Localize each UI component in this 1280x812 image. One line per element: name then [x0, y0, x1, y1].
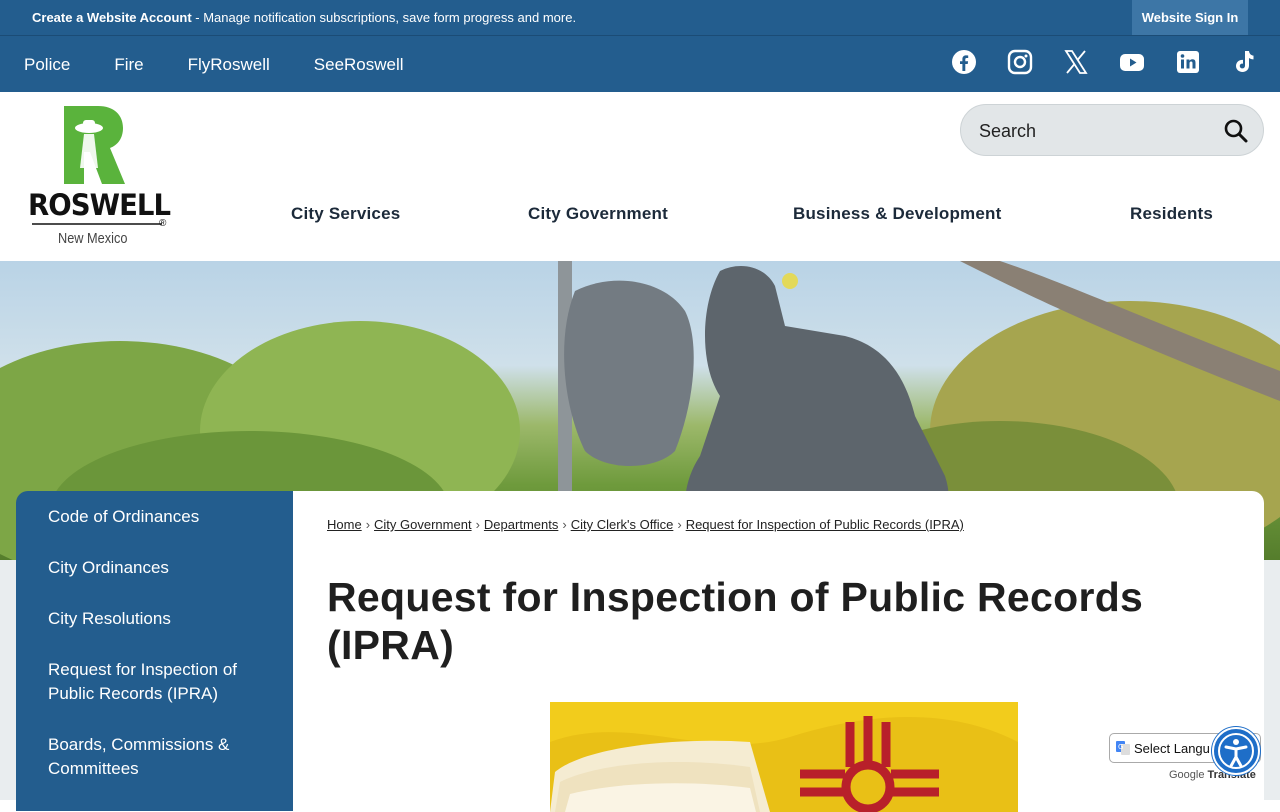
breadcrumb-city-government[interactable]: City Government	[374, 517, 472, 532]
accessibility-icon	[1218, 733, 1254, 769]
main-nav: City Services City Government Business &…	[0, 196, 1280, 236]
site-header: ROSWELL ® New Mexico City Services City …	[0, 92, 1280, 261]
x-icon[interactable]	[1062, 48, 1090, 76]
facebook-icon[interactable]	[950, 48, 978, 76]
breadcrumb-ipra[interactable]: Request for Inspection of Public Records…	[686, 517, 964, 532]
sidebar-item-city-resolutions[interactable]: City Resolutions	[16, 607, 293, 631]
sidebar-item-city-ordinances[interactable]: City Ordinances	[16, 556, 293, 580]
instagram-icon[interactable]	[1006, 48, 1034, 76]
account-message[interactable]: Create a Website Account - Manage notifi…	[32, 10, 576, 25]
main-nav-city-services[interactable]: City Services	[291, 204, 400, 224]
main-nav-business-development[interactable]: Business & Development	[793, 204, 1001, 224]
breadcrumb: Home › City Government › Departments › City Cl…	[327, 517, 964, 532]
nav-link-flyroswell[interactable]: FlyRoswell	[188, 55, 270, 75]
search-icon	[1224, 119, 1248, 143]
create-account-link[interactable]: Create a Website Account	[32, 10, 192, 25]
nav-link-police[interactable]: Police	[24, 55, 70, 75]
breadcrumb-city-clerks-office[interactable]: City Clerk's Office	[571, 517, 674, 532]
tiktok-icon[interactable]	[1230, 48, 1258, 76]
utility-nav: Police Fire FlyRoswell SeeRoswell	[0, 35, 1280, 93]
accessibility-button[interactable]	[1212, 727, 1260, 775]
linkedin-icon[interactable]	[1174, 48, 1202, 76]
nav-link-fire[interactable]: Fire	[114, 55, 143, 75]
breadcrumb-home[interactable]: Home	[327, 517, 362, 532]
search-button[interactable]	[1223, 118, 1249, 144]
main-nav-residents[interactable]: Residents	[1130, 204, 1213, 224]
account-description: - Manage notification subscriptions, sav…	[191, 10, 577, 25]
language-select-label: Select Langu	[1134, 741, 1210, 756]
sidebar-item-code-of-ordinances[interactable]: Code of Ordinances	[16, 505, 293, 529]
account-banner: Create a Website Account - Manage notifi…	[0, 0, 1280, 35]
nav-link-seeroswell[interactable]: SeeRoswell	[314, 55, 404, 75]
social-links	[922, 48, 1258, 76]
youtube-icon[interactable]	[1118, 48, 1146, 76]
search-input[interactable]	[977, 117, 1221, 145]
ipra-feature-image	[550, 702, 1018, 812]
page-title: Request for Inspection of Public Records…	[327, 574, 1144, 668]
search-box	[960, 104, 1264, 156]
breadcrumb-departments[interactable]: Departments	[484, 517, 558, 532]
sidebar-item-ipra[interactable]: Request for Inspection of Public Records…	[16, 658, 293, 706]
website-sign-in-button[interactable]: Website Sign In	[1132, 0, 1248, 35]
google-translate-icon: G	[1116, 741, 1130, 758]
section-sidebar: Code of Ordinances City Ordinances City …	[16, 491, 293, 811]
svg-text:G: G	[1118, 743, 1123, 751]
google-wordmark: Google	[1169, 769, 1205, 781]
sidebar-item-boards-commissions[interactable]: Boards, Commissions & Committees	[16, 733, 293, 781]
main-nav-city-government[interactable]: City Government	[528, 204, 668, 224]
